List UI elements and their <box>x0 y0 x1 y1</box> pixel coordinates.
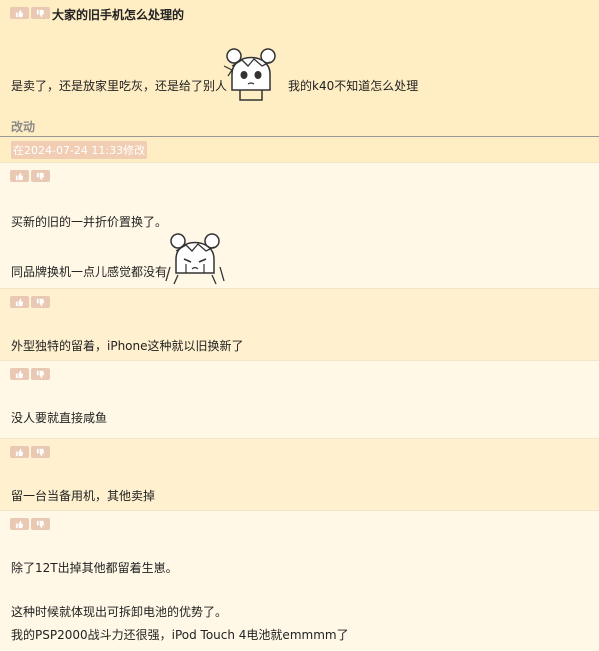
thumbs-down-icon <box>36 520 45 528</box>
like-button[interactable] <box>10 296 29 308</box>
reply-text: 买新的旧的一并折价置换了。 <box>11 215 168 229</box>
dislike-button[interactable] <box>31 170 50 182</box>
thumbs-up-icon <box>15 370 24 378</box>
reply-text: 同品牌换机一点儿感觉都没有 <box>11 265 168 279</box>
anime-girl-crying-sticker <box>165 233 225 285</box>
vote-buttons <box>10 446 50 458</box>
dislike-button[interactable] <box>31 296 50 308</box>
post-body-text-2: 我的k40不知道怎么处理 <box>288 79 419 93</box>
reply-text: 除了12T出掉其他都留着生崽。 <box>11 561 178 575</box>
like-button[interactable] <box>10 7 29 19</box>
reply-post: 买新的旧的一并折价置换了。 同品牌换机一点儿感觉都没有 <box>0 163 599 289</box>
thumbs-up-icon <box>15 448 24 456</box>
like-button[interactable] <box>10 446 29 458</box>
thumbs-down-icon <box>36 448 45 456</box>
like-button[interactable] <box>10 518 29 530</box>
anime-girl-sticker <box>223 48 276 101</box>
thumbs-up-icon <box>15 298 24 306</box>
thumbs-down-icon <box>36 370 45 378</box>
reply-post: 留一台当备用机，其他卖掉 <box>0 439 599 511</box>
vote-buttons <box>10 170 50 182</box>
thumbs-down-icon <box>36 172 45 180</box>
edit-divider <box>0 136 599 137</box>
dislike-button[interactable] <box>31 368 50 380</box>
reply-text: 留一台当备用机，其他卖掉 <box>11 489 156 503</box>
thumbs-up-icon <box>15 9 24 17</box>
thumbs-up-icon <box>15 520 24 528</box>
reply-post: 除了12T出掉其他都留着生崽。 这种时候就体现出可拆卸电池的优势了。 我的PSP… <box>0 511 599 651</box>
edit-timestamp: 在2024-07-24 11:33修改 <box>11 141 148 159</box>
thread-title: 大家的旧手机怎么处理的 <box>52 8 185 22</box>
thumbs-down-icon <box>36 9 45 17</box>
vote-buttons <box>10 368 50 380</box>
vote-buttons <box>10 296 50 308</box>
reply-text: 没人要就直接咸鱼 <box>11 411 108 425</box>
reply-text: 外型独特的留着，iPhone这种就以旧换新了 <box>11 339 244 353</box>
thumbs-up-icon <box>15 172 24 180</box>
dislike-button[interactable] <box>31 446 50 458</box>
main-post: 大家的旧手机怎么处理的 是卖了，还是放家里吃灰，还是给了别人 我的k40不知道怎… <box>0 0 599 163</box>
reply-text: 这种时候就体现出可拆卸电池的优势了。 <box>11 605 228 619</box>
edit-label: 改动 <box>11 120 36 134</box>
dislike-button[interactable] <box>31 518 50 530</box>
like-button[interactable] <box>10 170 29 182</box>
post-body-text-1: 是卖了，还是放家里吃灰，还是给了别人 <box>11 79 228 93</box>
vote-buttons <box>10 518 50 530</box>
vote-buttons <box>10 7 50 19</box>
thumbs-down-icon <box>36 298 45 306</box>
dislike-button[interactable] <box>31 7 50 19</box>
reply-post: 没人要就直接咸鱼 <box>0 361 599 439</box>
reply-text: 我的PSP2000战斗力还很强，iPod Touch 4电池就emmmm了 <box>11 628 349 642</box>
like-button[interactable] <box>10 368 29 380</box>
reply-post: 外型独特的留着，iPhone这种就以旧换新了 <box>0 289 599 361</box>
